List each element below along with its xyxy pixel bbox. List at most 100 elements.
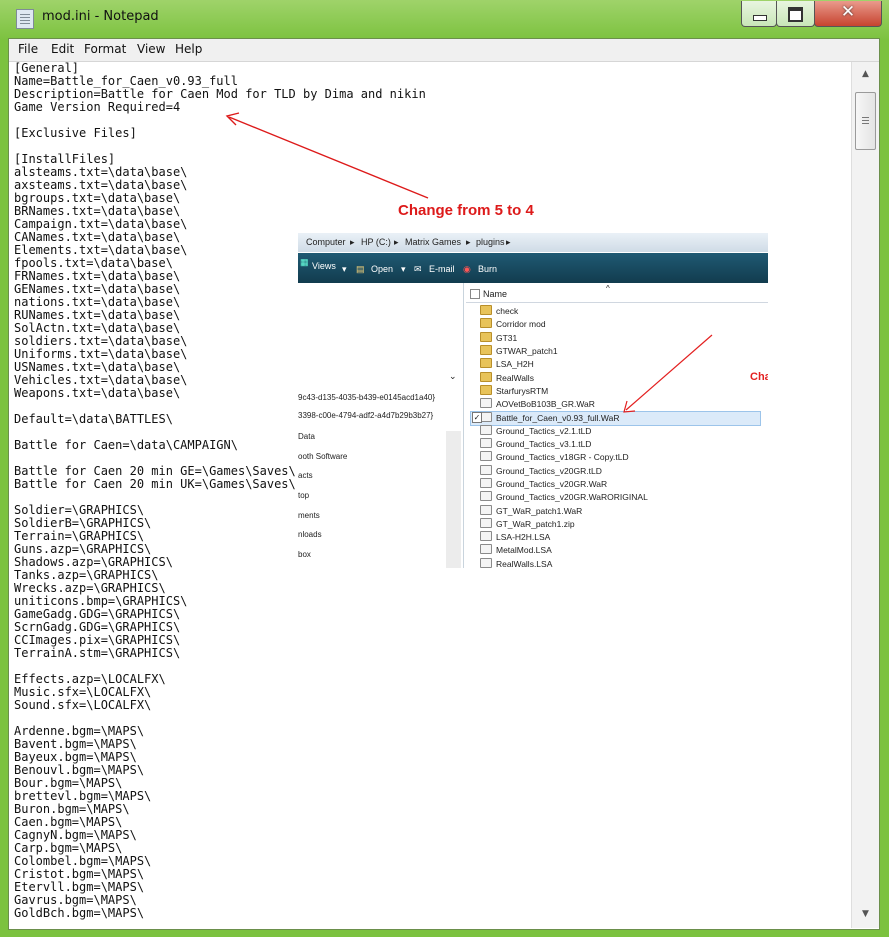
file-row[interactable]: GT_WaR_patch1.WaR	[480, 504, 583, 518]
folder-icon	[480, 305, 492, 315]
folder-icon	[480, 384, 492, 395]
file-icon	[480, 424, 492, 435]
file-row[interactable]: RealWalls	[480, 371, 534, 385]
open-icon: ▤	[356, 264, 365, 274]
file-icon	[480, 464, 492, 475]
file-icon	[480, 451, 492, 462]
menu-help[interactable]: Help	[175, 42, 202, 56]
file-row[interactable]: Ground_Tactics_v20GR.tLD	[480, 464, 602, 478]
file-name: LSA_H2H	[496, 359, 534, 370]
breadcrumb-matrix-games: Matrix Games	[405, 237, 462, 247]
file-name: Ground_Tactics_v2.1.tLD	[496, 425, 592, 436]
file-icon	[480, 557, 492, 568]
notepad-icon	[16, 9, 34, 29]
file-name: RealWalls	[496, 372, 534, 383]
nav-item[interactable]: 3398-c00e-4794-adf2-a4d7b29b3b27}	[298, 411, 433, 420]
file-row[interactable]: AOVetBoB103B_GR.WaR	[480, 398, 595, 411]
file-row[interactable]: check	[480, 305, 518, 318]
file-row[interactable]: Ground_Tactics_v3.1.tLD	[480, 438, 591, 451]
file-row[interactable]: Corridor mod	[480, 318, 546, 331]
nav-item[interactable]: ooth Software	[298, 452, 347, 461]
breadcrumb-separator-icon: ▸	[506, 237, 511, 247]
scroll-down-arrow-icon[interactable]: ▼	[852, 904, 879, 924]
burn-button[interactable]: Burn	[478, 264, 497, 274]
file-row[interactable]: LSA_H2H	[480, 358, 534, 371]
file-row[interactable]: GT31	[480, 331, 518, 345]
explorer-toolbar: ▦ Views ▾ ▤ Open ▾ ✉ E-mail ◉ Burn	[298, 253, 768, 283]
scroll-up-arrow-icon[interactable]: ▲	[852, 64, 879, 84]
open-button[interactable]: Open	[371, 264, 393, 274]
file-row[interactable]: MetalMod.LSA	[480, 544, 552, 557]
file-name: LSA-H2H.LSA	[496, 532, 551, 543]
nav-item[interactable]: nloads	[298, 530, 322, 539]
nav-scrollbar[interactable]	[446, 431, 461, 568]
file-name: Ground_Tactics_v20GR.WaR	[496, 478, 608, 489]
file-name: MetalMod.LSA	[496, 545, 552, 556]
folder-icon	[480, 344, 492, 355]
nav-item[interactable]: ments	[298, 511, 320, 520]
title-bar[interactable]: mod.ini - Notepad ✕	[0, 0, 889, 36]
file-name: check	[496, 306, 519, 316]
close-icon: ✕	[840, 2, 856, 22]
folder-icon	[480, 331, 492, 342]
nav-item[interactable]: box	[298, 550, 311, 559]
menu-format[interactable]: Format	[84, 42, 126, 56]
burn-icon: ◉	[463, 264, 471, 274]
nav-chevron-icon: ⌄	[449, 371, 457, 381]
file-name: Ground_Tactics_v20GR.tLD	[496, 465, 602, 476]
open-dropdown-icon: ▾	[401, 264, 406, 274]
menu-bar: File Edit Format View Help	[9, 39, 879, 62]
file-name: StarfurysRTM	[496, 385, 549, 396]
file-row[interactable]: GT_WaR_patch1.zip	[480, 517, 575, 531]
views-icon: ▦	[300, 257, 309, 267]
column-header[interactable]: Name ^	[466, 284, 768, 303]
file-row[interactable]: StarfurysRTM	[480, 384, 549, 398]
nav-item[interactable]: acts	[298, 471, 313, 480]
file-row[interactable]: RealWalls.LSA	[480, 557, 552, 568]
file-row[interactable]: Ground_Tactics_v20GR.WaR	[480, 477, 608, 491]
window-title: mod.ini - Notepad	[42, 9, 159, 24]
file-row[interactable]: Ground_Tactics_v2.1.tLD	[480, 424, 592, 438]
explorer-file-list: Name ^ check Corridor mod GT31 GTWAR_patch1…	[466, 283, 768, 568]
file-name: GT_WaR_patch1.zip	[496, 518, 575, 529]
menu-view[interactable]: View	[137, 42, 165, 56]
folder-icon	[480, 371, 492, 382]
scroll-thumb[interactable]	[855, 92, 876, 150]
file-name: Corridor mod	[496, 319, 546, 330]
menu-file[interactable]: File	[18, 42, 38, 56]
file-name: GT31	[496, 332, 518, 343]
file-icon	[480, 504, 492, 515]
file-row[interactable]: GTWAR_patch1	[480, 344, 558, 358]
breadcrumb-separator-icon: ▸	[350, 237, 355, 247]
annotation-change-extension: Change tLD extension to WaR	[750, 371, 768, 383]
select-all-checkbox[interactable]	[470, 289, 480, 299]
file-name: GT_WaR_patch1.WaR	[496, 505, 583, 516]
file-name: Battle_for_Caen_v0.93_full.WaR	[496, 413, 620, 424]
file-row[interactable]: LSA-H2H.LSA	[480, 531, 550, 544]
sort-arrow-icon: ^	[606, 284, 610, 293]
breadcrumb-separator-icon: ▸	[466, 237, 471, 247]
file-icon	[480, 517, 492, 528]
file-icon	[480, 477, 492, 488]
nav-item[interactable]: Data	[298, 432, 315, 441]
explorer-navigation-pane: ⌄ 9c43-d135-4035-b439-e0145acd1a40} 3398…	[298, 283, 464, 568]
email-icon: ✉	[414, 264, 422, 274]
vertical-scrollbar[interactable]: ▲ ▼	[851, 62, 879, 928]
explorer-address-bar: Computer ▸ HP (C:) ▸ Matrix Games ▸ plug…	[298, 233, 768, 252]
column-header-name[interactable]: Name	[483, 289, 507, 299]
file-checkbox[interactable]: ✓	[472, 412, 482, 424]
breadcrumb-plugins: plugins	[476, 237, 505, 247]
nav-item[interactable]: 9c43-d135-4035-b439-e0145acd1a40}	[298, 393, 435, 402]
file-row[interactable]: Ground_Tactics_v20GR.WaRORIGINAL	[480, 491, 648, 504]
folder-icon	[480, 358, 492, 369]
close-button[interactable]: ✕	[814, 1, 882, 27]
maximize-button[interactable]	[776, 1, 815, 27]
nav-item[interactable]: top	[298, 491, 309, 500]
email-button[interactable]: E-mail	[429, 264, 455, 274]
breadcrumb-drive: HP (C:)	[361, 237, 391, 247]
minimize-button[interactable]	[741, 1, 777, 27]
file-row[interactable]: Ground_Tactics_v18GR - Copy.tLD	[480, 451, 629, 464]
file-icon	[480, 438, 492, 448]
menu-edit[interactable]: Edit	[51, 42, 74, 56]
views-button[interactable]: Views	[312, 261, 336, 271]
